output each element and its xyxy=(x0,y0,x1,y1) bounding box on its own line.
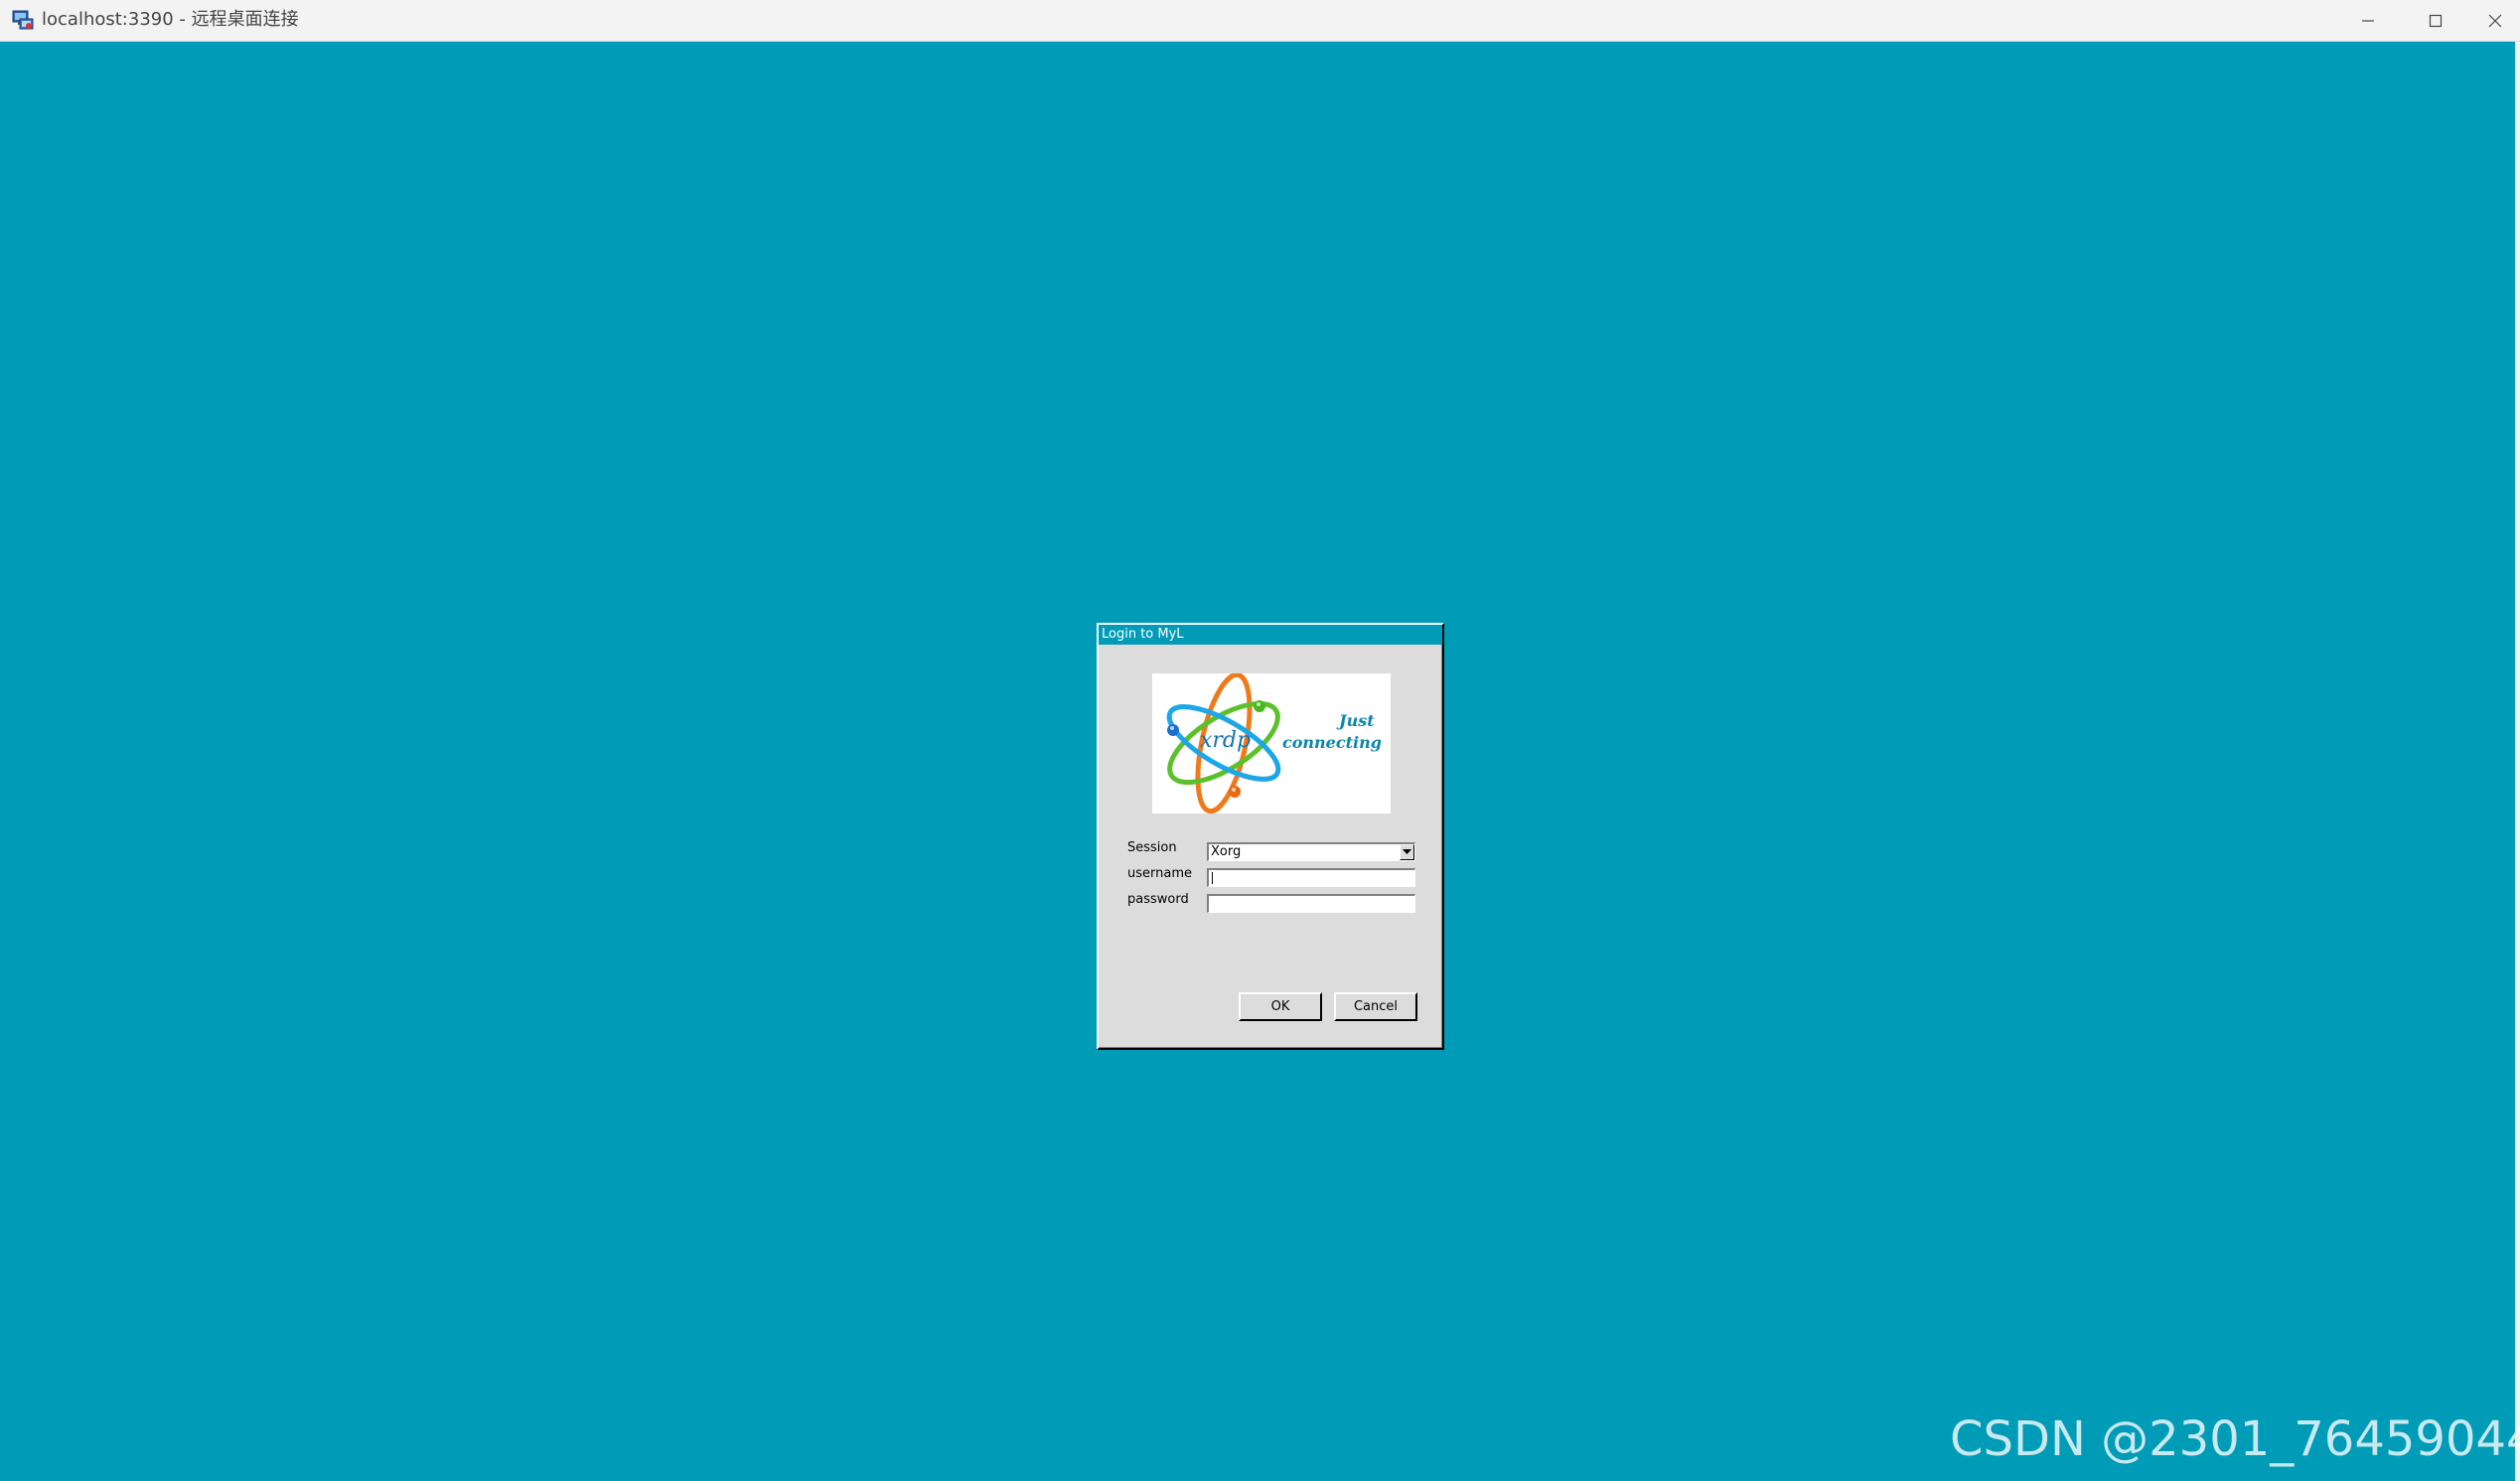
close-icon xyxy=(2488,14,2501,28)
cancel-button[interactable]: Cancel xyxy=(1334,992,1417,1021)
session-select[interactable]: Xorg xyxy=(1207,842,1415,861)
username-input[interactable] xyxy=(1207,868,1415,887)
password-label: password xyxy=(1127,892,1189,907)
session-label: Session xyxy=(1127,840,1177,855)
window-right-edge xyxy=(2515,42,2520,1481)
chevron-down-icon xyxy=(1403,849,1411,854)
logo-xrdp-text: xrdp xyxy=(1200,728,1252,753)
window-title-bar[interactable]: localhost:3390 - 远程桌面连接 xyxy=(0,0,2520,42)
xrdp-logo: xrdp Just connecting xyxy=(1152,673,1391,814)
text-caret xyxy=(1212,872,1213,884)
logo-tagline-connecting: connecting xyxy=(1282,733,1382,752)
dialog-title-bar[interactable]: Login to MyL xyxy=(1099,625,1442,645)
remote-desktop-icon xyxy=(11,8,35,32)
close-button[interactable] xyxy=(2469,0,2520,42)
window-title: localhost:3390 - 远程桌面连接 xyxy=(42,9,299,30)
password-input[interactable] xyxy=(1207,894,1415,913)
ok-button[interactable]: OK xyxy=(1239,992,1322,1021)
username-label: username xyxy=(1127,866,1192,881)
logo-tagline-just: Just xyxy=(1339,711,1375,730)
session-select-value: Xorg xyxy=(1211,844,1242,859)
csdn-watermark: CSDN @2301_76459044 xyxy=(1950,1411,2520,1467)
minimize-button[interactable] xyxy=(2334,0,2402,42)
session-dropdown-button[interactable] xyxy=(1400,844,1414,860)
minimize-icon xyxy=(2362,20,2374,22)
maximize-icon xyxy=(2429,14,2443,28)
maximize-button[interactable] xyxy=(2402,0,2469,42)
login-dialog: Login to MyL xrdp Just connecting Sessio… xyxy=(1097,623,1444,1050)
